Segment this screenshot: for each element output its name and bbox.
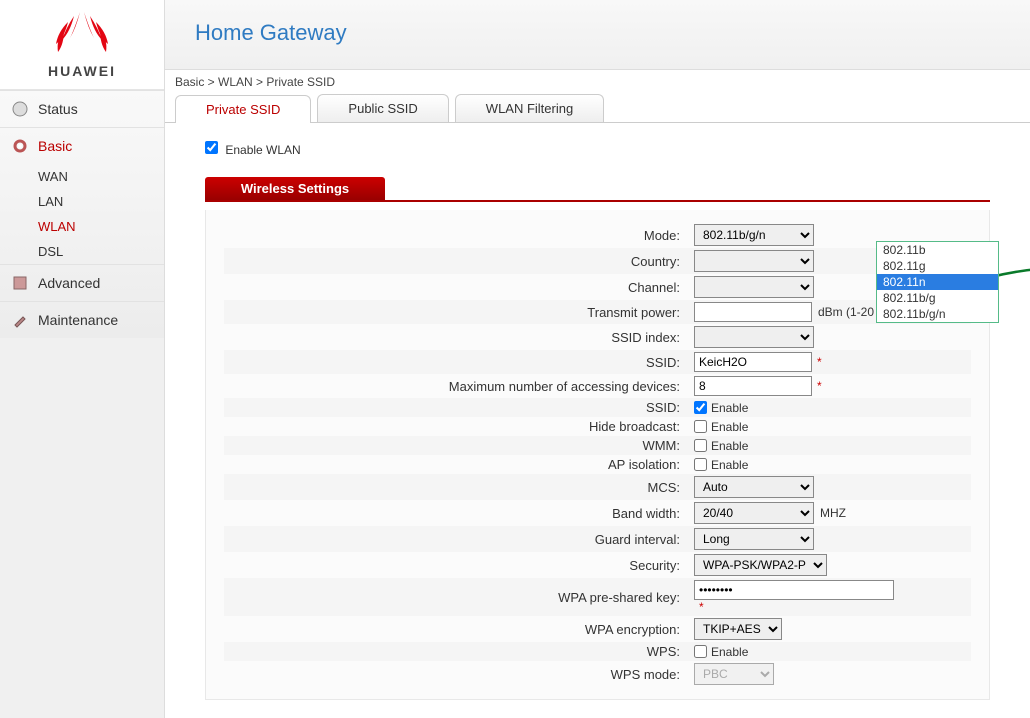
wmm-checkbox[interactable] [694, 439, 707, 452]
wmm-label: WMM: [224, 438, 694, 453]
huawei-logo-icon [52, 10, 112, 63]
mode-option-3[interactable]: 802.11b/g [877, 290, 998, 306]
country-select[interactable] [694, 250, 814, 272]
ap-isolation-label: AP isolation: [224, 457, 694, 472]
country-label: Country: [224, 254, 694, 269]
ap-isolation-checkbox[interactable] [694, 458, 707, 471]
hide-broadcast-label: Hide broadcast: [224, 419, 694, 434]
logo: HUAWEI [0, 0, 164, 90]
bandwidth-unit: MHZ [820, 506, 846, 520]
tab-private-ssid[interactable]: Private SSID [175, 95, 311, 123]
wps-label: WPS: [224, 644, 694, 659]
tab-public-ssid[interactable]: Public SSID [317, 94, 448, 122]
section-title: Wireless Settings [205, 177, 385, 200]
hide-broadcast-text: Enable [711, 420, 748, 434]
nav-maintenance-label: Maintenance [38, 312, 118, 328]
wps-checkbox[interactable] [694, 645, 707, 658]
req-mark: * [817, 379, 822, 393]
page-title: Home Gateway [195, 20, 1000, 46]
mode-option-4[interactable]: 802.11b/g/n [877, 306, 998, 322]
mcs-label: MCS: [224, 480, 694, 495]
bandwidth-select[interactable]: 20/40 [694, 502, 814, 524]
enable-wlan-label: Enable WLAN [225, 143, 300, 157]
nav-wan[interactable]: WAN [28, 164, 164, 189]
mode-option-1[interactable]: 802.11g [877, 258, 998, 274]
channel-label: Channel: [224, 280, 694, 295]
wpa-enc-select[interactable]: TKIP+AES [694, 618, 782, 640]
mode-option-2[interactable]: 802.11n [877, 274, 998, 290]
wpa-key-label: WPA pre-shared key: [224, 590, 694, 605]
ssid-index-select[interactable] [694, 326, 814, 348]
bandwidth-label: Band width: [224, 506, 694, 521]
guard-select[interactable]: Long [694, 528, 814, 550]
enable-wlan-checkbox[interactable] [205, 141, 218, 154]
header: Home Gateway [165, 0, 1030, 70]
mode-option-0[interactable]: 802.11b [877, 242, 998, 258]
ssid-input[interactable] [694, 352, 812, 372]
channel-select[interactable] [694, 276, 814, 298]
mode-dropdown-open[interactable]: 802.11b 802.11g 802.11n 802.11b/g 802.11… [876, 241, 999, 323]
ssid-label: SSID: [224, 355, 694, 370]
gear-icon [10, 136, 30, 156]
nav-basic-label: Basic [38, 138, 72, 154]
max-devices-input[interactable] [694, 376, 812, 396]
tab-wlan-filtering[interactable]: WLAN Filtering [455, 94, 604, 122]
nav-status[interactable]: Status [0, 91, 164, 127]
nav-lan[interactable]: LAN [28, 189, 164, 214]
wpa-enc-label: WPA encryption: [224, 622, 694, 637]
nav-dsl[interactable]: DSL [28, 239, 164, 264]
hide-broadcast-checkbox[interactable] [694, 420, 707, 433]
security-label: Security: [224, 558, 694, 573]
ssid-enable-text: Enable [711, 401, 748, 415]
advanced-icon [10, 273, 30, 293]
maintenance-icon [10, 310, 30, 330]
wps-mode-label: WPS mode: [224, 667, 694, 682]
nav-wlan[interactable]: WLAN [28, 214, 164, 239]
mode-select[interactable]: 802.11b/g/n [694, 224, 814, 246]
nav-advanced[interactable]: Advanced [0, 265, 164, 301]
nav-maintenance[interactable]: Maintenance [0, 302, 164, 338]
ssid-enable-label: SSID: [224, 400, 694, 415]
ap-isolation-text: Enable [711, 458, 748, 472]
security-select[interactable]: WPA-PSK/WPA2-P [694, 554, 827, 576]
guard-label: Guard interval: [224, 532, 694, 547]
nav-basic[interactable]: Basic [0, 128, 164, 164]
status-icon [10, 99, 30, 119]
req-mark: * [699, 600, 704, 614]
nav-advanced-label: Advanced [38, 275, 100, 291]
wps-mode-select: PBC [694, 663, 774, 685]
ssid-index-label: SSID index: [224, 330, 694, 345]
max-devices-label: Maximum number of accessing devices: [224, 379, 694, 394]
transmit-power-input[interactable] [694, 302, 812, 322]
mcs-select[interactable]: Auto [694, 476, 814, 498]
wpa-key-input[interactable] [694, 580, 894, 600]
wmm-text: Enable [711, 439, 748, 453]
breadcrumb: Basic > WLAN > Private SSID [165, 70, 1030, 94]
wps-text: Enable [711, 645, 748, 659]
req-mark: * [817, 355, 822, 369]
transmit-power-label: Transmit power: [224, 305, 694, 320]
ssid-enable-checkbox[interactable] [694, 401, 707, 414]
brand-text: HUAWEI [48, 63, 116, 79]
mode-label: Mode: [224, 228, 694, 243]
nav-status-label: Status [38, 101, 78, 117]
